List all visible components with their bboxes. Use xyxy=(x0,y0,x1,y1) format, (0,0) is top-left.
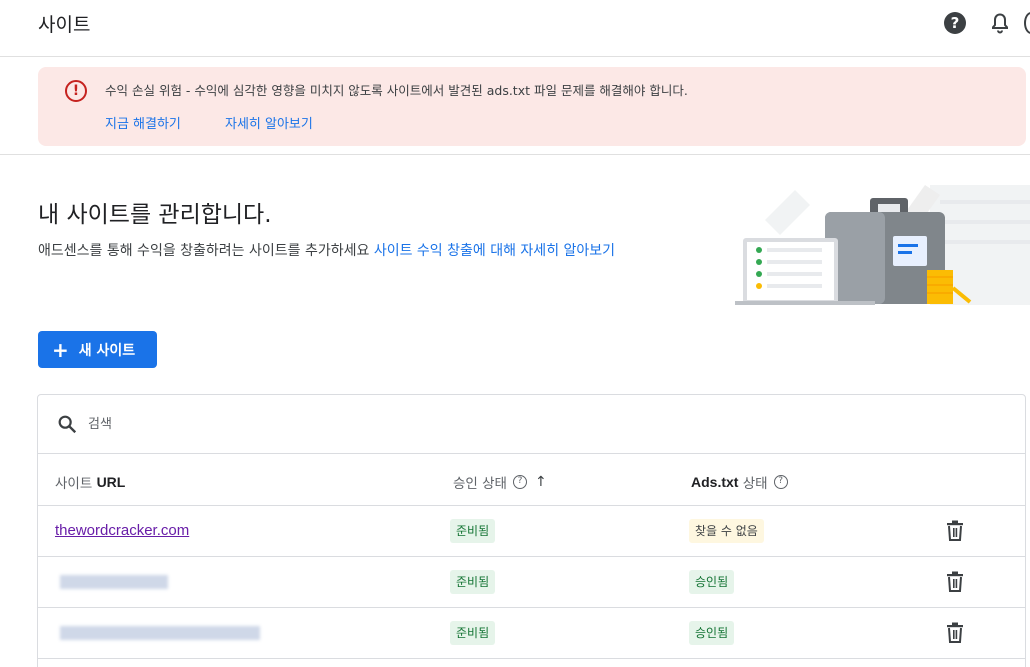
hero-title: 내 사이트를 관리합니다. xyxy=(38,202,272,228)
page-title: 사이트 xyxy=(38,14,91,36)
top-bar: 사이트 ? xyxy=(0,0,1030,57)
alert-message: 수익 손실 위험 - 수익에 심각한 영향을 미치지 않도록 사이트에서 발견된… xyxy=(105,83,688,98)
help-icon[interactable]: ? xyxy=(773,475,788,489)
table-header-row: 사이트 URL 승인 상태 ? ↑ Ads.txt 상태 ? xyxy=(38,455,1025,506)
account-avatar[interactable] xyxy=(1024,12,1030,34)
table-row: 준비됨 승인됨 xyxy=(38,608,1025,659)
divider xyxy=(0,154,1030,155)
column-header-adstxt-bold: Ads.txt xyxy=(691,474,739,490)
column-header-site-url-prefix: 사이트 xyxy=(55,476,93,492)
adstxt-status-badge: 찾을 수 없음 xyxy=(689,519,764,543)
column-header-adstxt[interactable]: Ads.txt 상태 ? xyxy=(691,472,788,492)
table-row: thewordcracker.com 준비됨 찾을 수 없음 xyxy=(38,506,1025,557)
column-header-adstxt-suffix: 상태 xyxy=(742,476,768,492)
sort-arrow-up-icon[interactable]: ↑ xyxy=(535,474,547,490)
column-header-site-url[interactable]: 사이트 URL xyxy=(55,472,125,492)
approval-status-badge: 준비됨 xyxy=(450,519,496,543)
plus-icon: + xyxy=(52,337,69,362)
delete-icon[interactable] xyxy=(945,622,965,644)
sites-table: 사이트 URL 승인 상태 ? ↑ Ads.txt 상태 ? thewordcr… xyxy=(37,394,1026,667)
adstxt-status-badge: 승인됨 xyxy=(689,621,735,645)
site-monetization-learn-more-link[interactable]: 사이트 수익 창출에 대해 자세히 알아보기 xyxy=(374,243,615,259)
error-icon: ! xyxy=(65,80,87,102)
column-header-site-url-bold: URL xyxy=(96,474,126,490)
hero-description: 애드센스를 통해 수익을 창출하려는 사이트를 추가하세요 사이트 수익 창출에… xyxy=(38,240,615,260)
hero-description-text: 애드센스를 통해 수익을 창출하려는 사이트를 추가하세요 xyxy=(38,243,370,259)
ads-txt-alert-banner: ! 수익 손실 위험 - 수익에 심각한 영향을 미치지 않도록 사이트에서 발… xyxy=(38,67,1026,146)
adstxt-status-badge: 승인됨 xyxy=(689,570,735,594)
column-header-approval-label: 승인 상태 xyxy=(453,476,507,492)
table-row: 준비됨 승인됨 xyxy=(38,557,1025,608)
column-header-approval[interactable]: 승인 상태 ? ↑ xyxy=(453,472,547,492)
approval-status-badge: 준비됨 xyxy=(450,621,496,645)
search-icon[interactable] xyxy=(56,413,78,435)
bell-icon[interactable] xyxy=(988,11,1012,35)
delete-icon[interactable] xyxy=(945,520,965,542)
delete-icon[interactable] xyxy=(945,571,965,593)
help-icon[interactable]: ? xyxy=(944,12,966,34)
help-icon[interactable]: ? xyxy=(512,475,527,489)
fix-now-link[interactable]: 지금 해결하기 xyxy=(105,113,181,132)
redacted-site-url xyxy=(60,626,260,640)
new-site-button-label: 새 사이트 xyxy=(78,342,136,359)
search-input[interactable] xyxy=(88,413,488,435)
learn-more-link[interactable]: 자세히 알아보기 xyxy=(225,113,313,132)
site-url-link[interactable]: thewordcracker.com xyxy=(55,522,189,539)
approval-status-badge: 준비됨 xyxy=(450,570,496,594)
redacted-site-url xyxy=(60,575,168,589)
new-site-button[interactable]: + 새 사이트 xyxy=(38,331,157,368)
briefcase-illustration xyxy=(735,185,1030,305)
search-row xyxy=(38,395,1025,454)
